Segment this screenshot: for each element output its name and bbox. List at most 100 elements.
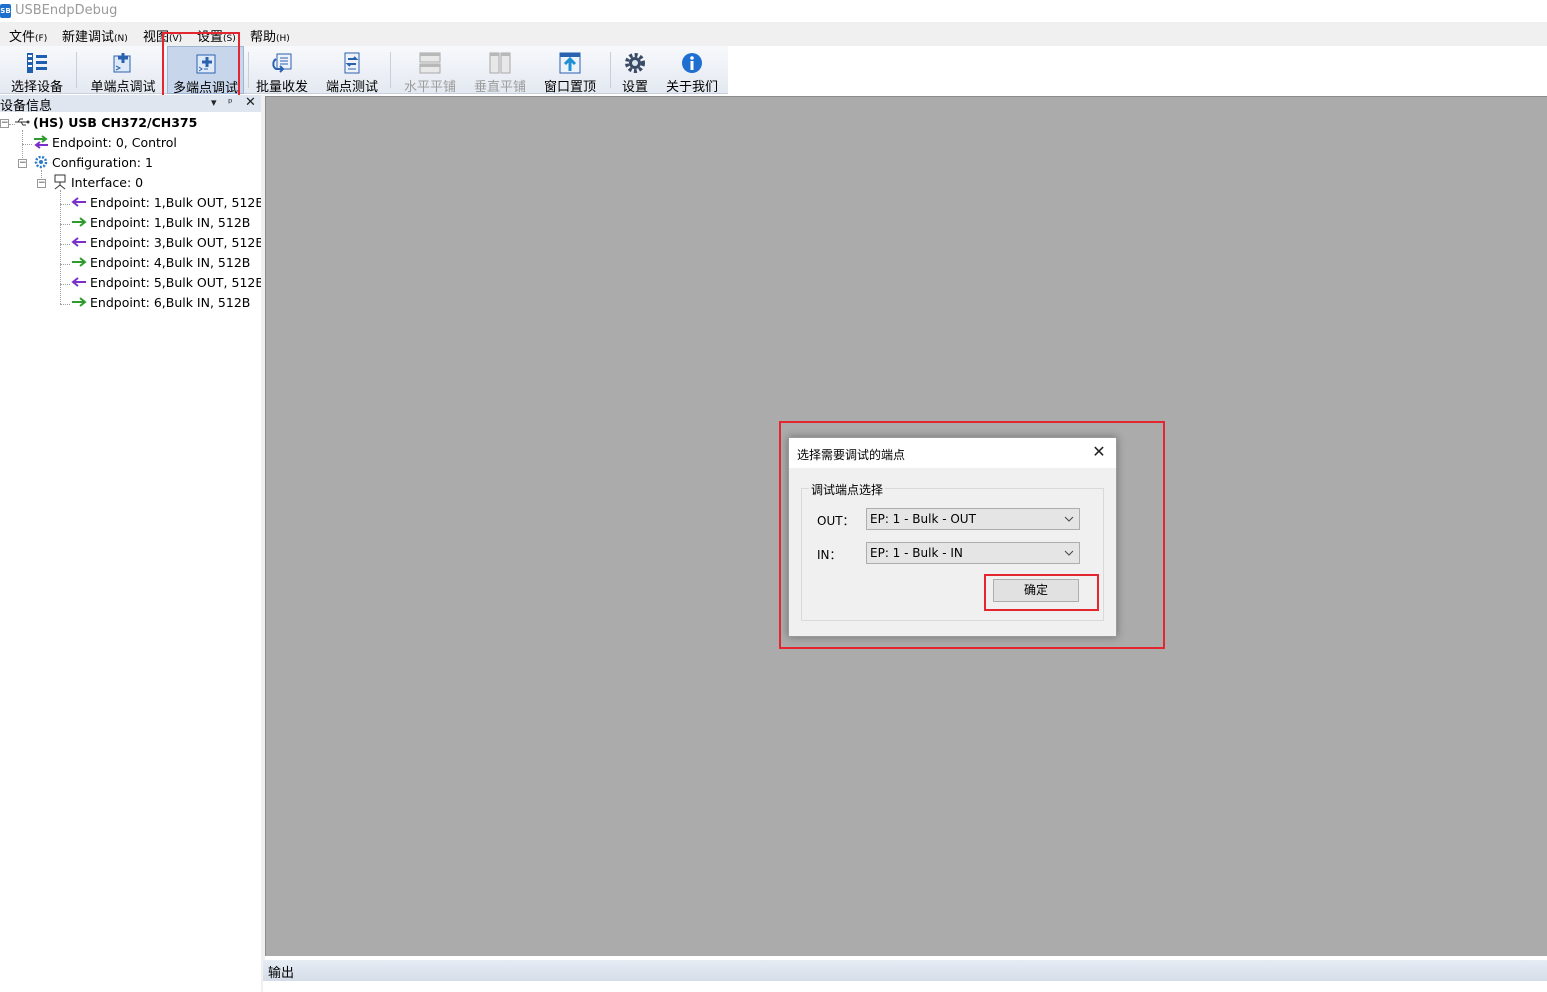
tree-item-endpoint-5-out[interactable]: Endpoint: 5,Bulk OUT, 512B bbox=[71, 273, 264, 293]
tree-item-label: Endpoint: 1,Bulk OUT, 512B bbox=[90, 195, 264, 210]
batch-transfer-icon bbox=[272, 53, 292, 73]
info-icon bbox=[682, 53, 702, 73]
out-arrow-icon bbox=[71, 197, 86, 207]
output-panel-body bbox=[263, 981, 1547, 992]
tree-item-label: Endpoint: 4,Bulk IN, 512B bbox=[90, 255, 251, 270]
select-device-button[interactable]: 选择设备 bbox=[4, 46, 70, 95]
dropdown-icon[interactable]: ▾ bbox=[211, 96, 217, 109]
device-info-title: 设备信息 bbox=[0, 99, 53, 114]
tree-item-endpoint-0[interactable]: Endpoint: 0, Control bbox=[33, 133, 177, 153]
gear-icon bbox=[625, 53, 645, 73]
in-arrow-icon bbox=[72, 297, 87, 307]
menu-file[interactable]: 文件(F) bbox=[9, 26, 47, 45]
tree-item-label: Endpoint: 1,Bulk IN, 512B bbox=[90, 215, 251, 230]
select-endpoint-dialog: 选择需要调试的端点 ✕ 调试端点选择 OUT： EP: 1 - Bulk - O… bbox=[788, 437, 1117, 637]
settings-label: 设置 bbox=[621, 80, 648, 95]
pin-icon[interactable]: ᵖ bbox=[228, 96, 233, 109]
bidirectional-arrow-icon bbox=[34, 135, 48, 149]
multi-endpoint-debug-label: 多端点调试 bbox=[172, 81, 238, 96]
batch-transfer-button[interactable]: 批量收发 bbox=[252, 46, 312, 95]
single-endpoint-icon bbox=[113, 53, 131, 73]
dialog-title-bar: 选择需要调试的端点 ✕ bbox=[789, 438, 1116, 468]
menu-settings-accel: (S) bbox=[223, 34, 236, 44]
menu-settings[interactable]: 设置(S) bbox=[197, 26, 236, 45]
in-arrow-icon bbox=[72, 257, 87, 267]
toolbar-separator bbox=[248, 52, 249, 88]
dialog-close-icon[interactable]: ✕ bbox=[1090, 443, 1108, 461]
endpoint-test-label: 端点测试 bbox=[325, 80, 378, 95]
endpoint-select-group-title: 调试端点选择 bbox=[809, 481, 886, 498]
menu-help-accel: (H) bbox=[276, 34, 290, 44]
batch-transfer-label: 批量收发 bbox=[255, 80, 308, 95]
tree-line bbox=[60, 204, 70, 205]
single-endpoint-debug-button[interactable]: 单端点调试 bbox=[86, 46, 160, 95]
settings-button[interactable]: 设置 bbox=[615, 46, 655, 95]
tree-line bbox=[60, 224, 70, 225]
multi-endpoint-debug-button[interactable]: 多端点调试 bbox=[167, 46, 244, 96]
menu-view-accel: (V) bbox=[169, 34, 183, 44]
app-icon: SB bbox=[0, 4, 11, 18]
menu-help[interactable]: 帮助(H) bbox=[250, 26, 290, 45]
about-us-label: 关于我们 bbox=[665, 80, 718, 95]
tree-item-configuration[interactable]: Configuration: 1 bbox=[33, 153, 153, 173]
device-list-icon bbox=[27, 53, 47, 73]
output-panel-title: 输出 bbox=[268, 966, 295, 981]
in-endpoint-select[interactable]: EP: 1 - Bulk - IN bbox=[866, 542, 1080, 564]
out-endpoint-value: EP: 1 - Bulk - OUT bbox=[870, 512, 976, 526]
close-icon[interactable]: ✕ bbox=[245, 95, 256, 110]
menu-file-accel: (F) bbox=[35, 34, 48, 44]
window-top-label: 窗口置顶 bbox=[543, 80, 596, 95]
endpoint-test-button[interactable]: 端点测试 bbox=[322, 46, 382, 95]
window-top-icon bbox=[559, 52, 581, 74]
tree-item-label: Endpoint: 6,Bulk IN, 512B bbox=[90, 295, 251, 310]
tree-item-interface[interactable]: Interface: 0 bbox=[52, 173, 143, 193]
tree-item-label: Endpoint: 0, Control bbox=[52, 135, 177, 150]
about-us-button[interactable]: 关于我们 bbox=[662, 46, 722, 95]
chevron-down-icon bbox=[1064, 550, 1074, 556]
window-top-button[interactable]: 窗口置顶 bbox=[540, 46, 600, 95]
ok-button[interactable]: 确定 bbox=[993, 579, 1079, 602]
out-endpoint-label: OUT： bbox=[817, 514, 855, 528]
tree-item-endpoint-6-in[interactable]: Endpoint: 6,Bulk IN, 512B bbox=[71, 293, 250, 313]
menu-help-label: 帮助 bbox=[250, 30, 277, 45]
menu-new-debug-accel: (N) bbox=[114, 34, 128, 44]
tile-horizontal-label: 水平平铺 bbox=[403, 80, 456, 95]
output-panel-header: 输出 bbox=[263, 960, 1547, 981]
tree-line bbox=[60, 264, 70, 265]
window-title: USBEndpDebug bbox=[15, 3, 118, 18]
tree-collapse-toggle[interactable]: − bbox=[0, 119, 9, 128]
tree-line bbox=[60, 244, 70, 245]
tile-vertical-button[interactable]: 垂直平铺 bbox=[470, 46, 530, 95]
toolbar-separator bbox=[76, 52, 77, 88]
tree-item-label: Endpoint: 5,Bulk OUT, 512B bbox=[90, 275, 264, 290]
tree-collapse-toggle[interactable]: − bbox=[18, 159, 27, 168]
single-endpoint-debug-label: 单端点调试 bbox=[90, 80, 156, 95]
tree-item-label: Configuration: 1 bbox=[52, 155, 153, 170]
tile-horizontal-button[interactable]: 水平平铺 bbox=[400, 46, 460, 95]
menu-view-label: 视图 bbox=[143, 30, 170, 45]
usb-icon bbox=[15, 118, 30, 126]
tree-item-endpoint-1-in[interactable]: Endpoint: 1,Bulk IN, 512B bbox=[71, 213, 250, 233]
tree-item-endpoint-4-in[interactable]: Endpoint: 4,Bulk IN, 512B bbox=[71, 253, 250, 273]
chevron-down-icon bbox=[1064, 516, 1074, 522]
toolbar: 选择设备 单端点调试 多端点调试 批量收发 端点测试 水平平铺 垂直平铺 窗口置… bbox=[0, 46, 728, 96]
toolbar-separator bbox=[390, 52, 391, 88]
in-endpoint-value: EP: 1 - Bulk - IN bbox=[870, 546, 963, 560]
tree-item-endpoint-3-out[interactable]: Endpoint: 3,Bulk OUT, 512B bbox=[71, 233, 264, 253]
tree-item-usb-device[interactable]: (HS) USB CH372/CH375 bbox=[14, 113, 197, 133]
tree-collapse-toggle[interactable]: − bbox=[37, 179, 46, 188]
tree-item-label: (HS) USB CH372/CH375 bbox=[33, 115, 198, 130]
menu-new-debug[interactable]: 新建调试(N) bbox=[62, 26, 128, 45]
out-arrow-icon bbox=[71, 277, 86, 287]
interface-icon bbox=[54, 174, 66, 190]
menu-view[interactable]: 视图(V) bbox=[143, 26, 182, 45]
tree-line bbox=[60, 190, 61, 304]
menu-bar: 文件(F) 新建调试(N) 视图(V) 设置(S) 帮助(H) bbox=[0, 22, 1547, 46]
menu-new-debug-label: 新建调试 bbox=[62, 30, 115, 45]
device-info-header: 设备信息 ▾ ᵖ ✕ bbox=[0, 95, 261, 114]
out-endpoint-select[interactable]: EP: 1 - Bulk - OUT bbox=[866, 508, 1080, 530]
out-arrow-icon bbox=[71, 237, 86, 247]
tree-item-endpoint-1-out[interactable]: Endpoint: 1,Bulk OUT, 512B bbox=[71, 193, 264, 213]
configuration-icon bbox=[34, 155, 48, 169]
tile-vertical-label: 垂直平铺 bbox=[473, 80, 526, 95]
